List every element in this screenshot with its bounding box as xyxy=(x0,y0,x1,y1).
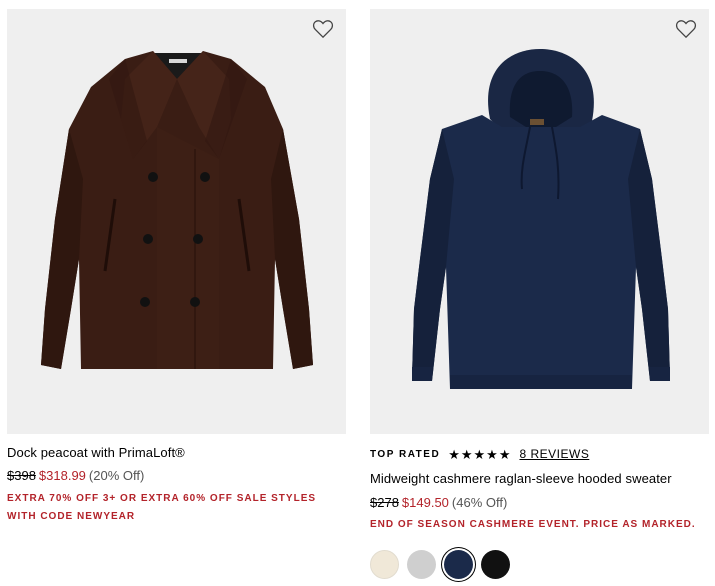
original-price: $398 xyxy=(7,468,36,483)
star-icon: ★ xyxy=(460,446,473,462)
product-name[interactable]: Dock peacoat with PrimaLoft® xyxy=(7,445,346,461)
heart-outline-icon[interactable] xyxy=(675,19,697,39)
promo-message: END OF SEASON CASHMERE EVENT. PRICE AS M… xyxy=(370,519,696,530)
product-image-hoodie[interactable] xyxy=(370,9,709,434)
product-card-hoodie[interactable]: TOP RATED ★ ★ ★ ★ ★ 8 REVIEWS Midweight cash… xyxy=(370,9,709,579)
price-row: $278 $149.50 (46% Off) xyxy=(370,495,709,511)
swatch-black[interactable] xyxy=(481,550,510,579)
heart-outline-icon[interactable] xyxy=(312,19,334,39)
price-row: $398 $318.99 (20% Off) xyxy=(7,468,346,484)
original-price: $278 xyxy=(370,495,399,510)
discount-percent: (46% Off) xyxy=(451,495,508,510)
star-icon: ★ xyxy=(473,446,486,462)
product-name[interactable]: Midweight cashmere raglan-sleeve hooded … xyxy=(370,471,709,487)
discount-percent: (20% Off) xyxy=(88,468,145,483)
top-rated-badge: TOP RATED xyxy=(370,448,441,460)
star-icon: ★ xyxy=(448,446,460,462)
navy-hoodie-image xyxy=(412,49,670,389)
product-image-peacoat[interactable] xyxy=(7,9,346,434)
color-swatches xyxy=(370,550,709,579)
star-rating: ★ ★ ★ ★ ★ xyxy=(448,448,510,461)
brown-peacoat-image xyxy=(41,51,313,369)
sale-price: $149.50 xyxy=(401,495,449,510)
swatch-ivory[interactable] xyxy=(370,550,399,579)
sale-price: $318.99 xyxy=(38,468,86,483)
swatch-heather-grey[interactable] xyxy=(407,550,436,579)
swatch-navy[interactable] xyxy=(444,550,473,579)
star-icon: ★ xyxy=(486,446,498,462)
product-card-peacoat[interactable]: Dock peacoat with PrimaLoft® $398 $318.99… xyxy=(7,9,346,526)
promo-message: EXTRA 70% OFF 3+ OR EXTRA 60% OFF SALE S… xyxy=(7,493,317,522)
rating-row: TOP RATED ★ ★ ★ ★ ★ 8 REVIEWS xyxy=(370,446,709,462)
reviews-link[interactable]: 8 REVIEWS xyxy=(519,447,589,461)
star-icon: ★ xyxy=(498,446,511,462)
